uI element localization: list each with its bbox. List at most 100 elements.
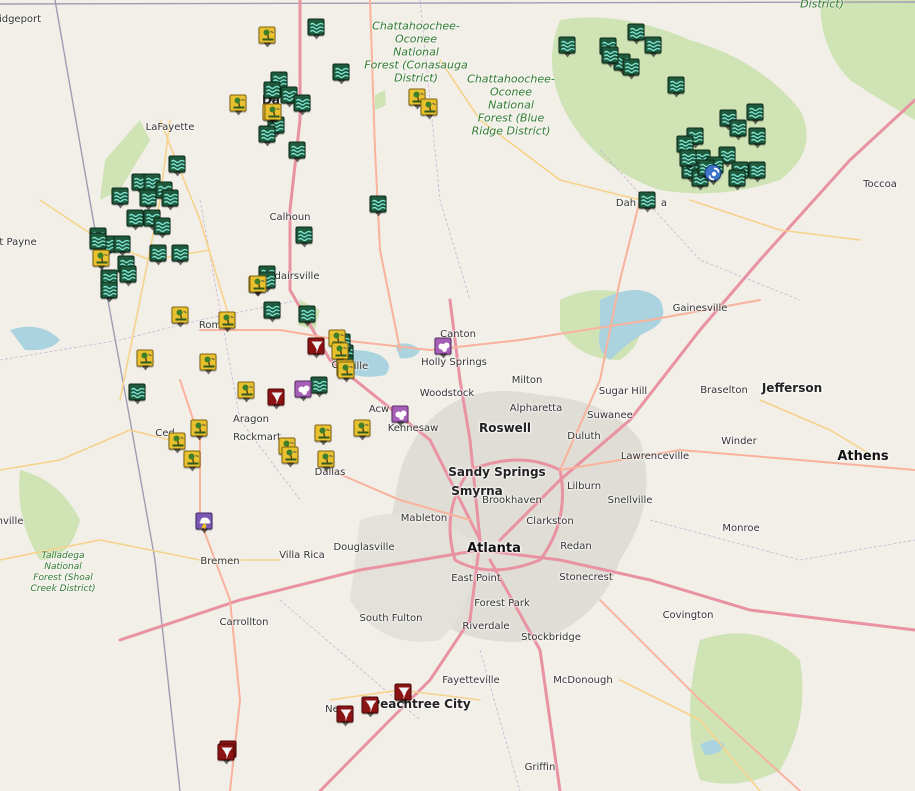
hail-event-marker[interactable] bbox=[391, 405, 409, 423]
flood-event-marker[interactable] bbox=[369, 195, 387, 213]
flood-event-marker[interactable] bbox=[126, 209, 144, 227]
flood-event-marker[interactable] bbox=[558, 36, 576, 54]
wind-event-marker[interactable] bbox=[249, 275, 267, 293]
flood-event-marker[interactable] bbox=[746, 103, 764, 121]
wind-event-marker[interactable] bbox=[337, 361, 355, 379]
place-label: Griffin bbox=[524, 762, 556, 773]
place-label: Acw bbox=[368, 404, 390, 415]
flood-event-marker[interactable] bbox=[111, 187, 129, 205]
wind-event-marker[interactable] bbox=[168, 432, 186, 450]
wind-event-marker[interactable] bbox=[136, 349, 154, 367]
place-label: t Payne bbox=[0, 237, 37, 248]
flood-event-marker[interactable] bbox=[728, 169, 746, 187]
flood-event-marker[interactable] bbox=[638, 191, 656, 209]
map-viewport[interactable]: idgeportLaFayettet PayneDaCalhoundairsvi… bbox=[0, 0, 915, 791]
place-label: Aragon bbox=[233, 414, 269, 425]
flood-event-marker[interactable] bbox=[295, 226, 313, 244]
flood-event-marker[interactable] bbox=[89, 232, 107, 250]
wind-event-marker[interactable] bbox=[190, 419, 208, 437]
place-label: idgeport bbox=[0, 14, 42, 25]
flood-event-marker[interactable] bbox=[601, 46, 619, 64]
flood-event-marker[interactable] bbox=[679, 149, 697, 167]
flood-event-marker[interactable] bbox=[263, 81, 281, 99]
place-label: Holly Springs bbox=[421, 357, 487, 368]
flood-event-marker[interactable] bbox=[100, 281, 118, 299]
tornado-event-marker[interactable] bbox=[267, 388, 285, 406]
flood-event-marker[interactable] bbox=[332, 63, 350, 81]
forest-label: Chattahoochee- Oconee National Forest (Cona… bbox=[364, 20, 467, 85]
place-label: Villa Rica bbox=[279, 550, 325, 561]
flood-event-marker[interactable] bbox=[149, 244, 167, 262]
flood-event-marker[interactable] bbox=[263, 301, 281, 319]
flood-event-marker[interactable] bbox=[153, 217, 171, 235]
place-label: Dah bbox=[615, 198, 637, 209]
forest-label-line: Forest (Shoal bbox=[33, 573, 93, 583]
flood-event-marker[interactable] bbox=[748, 161, 766, 179]
wind-event-marker[interactable] bbox=[314, 424, 332, 442]
flood-event-marker[interactable] bbox=[622, 58, 640, 76]
place-label: Covington bbox=[662, 610, 714, 621]
wind-event-marker[interactable] bbox=[281, 446, 299, 464]
wind-event-marker[interactable] bbox=[258, 26, 276, 44]
forest-label-line: Forest (Blue bbox=[477, 111, 545, 125]
forest-label-line: Ridge District) bbox=[471, 124, 551, 138]
wind-event-marker[interactable] bbox=[237, 381, 255, 399]
place-label: South Fulton bbox=[359, 613, 423, 624]
flood-event-marker[interactable] bbox=[168, 155, 186, 173]
tornado-event-marker[interactable] bbox=[336, 705, 354, 723]
flood-event-marker[interactable] bbox=[748, 127, 766, 145]
flood-event-marker[interactable] bbox=[119, 265, 137, 283]
flood-event-marker[interactable] bbox=[310, 376, 328, 394]
flood-event-marker[interactable] bbox=[627, 23, 645, 41]
flood-event-marker[interactable] bbox=[258, 125, 276, 143]
flood-event-marker[interactable] bbox=[729, 119, 747, 137]
wind-event-marker[interactable] bbox=[229, 94, 247, 112]
place-label: McDonough bbox=[553, 675, 613, 686]
wind-event-marker[interactable] bbox=[199, 353, 217, 371]
flood-event-marker[interactable] bbox=[161, 189, 179, 207]
flood-event-marker[interactable] bbox=[667, 76, 685, 94]
hail-event-marker[interactable] bbox=[294, 380, 312, 398]
hurricane-event-marker[interactable] bbox=[704, 164, 722, 182]
wind-event-marker[interactable] bbox=[183, 450, 201, 468]
flood-event-marker[interactable] bbox=[307, 18, 325, 36]
tornado-event-marker[interactable] bbox=[361, 696, 379, 714]
flood-event-marker[interactable] bbox=[139, 189, 157, 207]
tornado-event-marker[interactable] bbox=[217, 743, 235, 761]
place-label: Fayetteville bbox=[442, 675, 500, 686]
place-label: Winder bbox=[721, 436, 757, 447]
hail-event-marker[interactable] bbox=[434, 337, 452, 355]
wind-event-marker[interactable] bbox=[353, 419, 371, 437]
place-label: Lilburn bbox=[566, 481, 602, 492]
place-label: Athens bbox=[837, 449, 889, 464]
place-label: Riverdale bbox=[462, 621, 510, 632]
forest-label-line: Oconee bbox=[490, 85, 532, 99]
forest-label-line: National bbox=[393, 45, 439, 59]
flood-event-marker[interactable] bbox=[113, 235, 131, 253]
forest-label-line: Forest (Conasauga bbox=[364, 58, 468, 72]
place-label: Mableton bbox=[400, 513, 448, 524]
tornado-event-marker[interactable] bbox=[394, 683, 412, 701]
tstorm-event-marker[interactable] bbox=[195, 512, 213, 530]
flood-event-marker[interactable] bbox=[644, 36, 662, 54]
place-label: Dallas bbox=[314, 467, 346, 478]
wind-event-marker[interactable] bbox=[171, 306, 189, 324]
flood-event-marker[interactable] bbox=[288, 141, 306, 159]
forest-label-line: District) bbox=[800, 0, 844, 11]
wind-event-marker[interactable] bbox=[264, 103, 282, 121]
wind-event-marker[interactable] bbox=[317, 450, 335, 468]
flood-event-marker[interactable] bbox=[171, 244, 189, 262]
place-label: Bremen bbox=[200, 556, 240, 567]
flood-event-marker[interactable] bbox=[128, 383, 146, 401]
wind-event-marker[interactable] bbox=[218, 311, 236, 329]
flood-event-marker[interactable] bbox=[293, 94, 311, 112]
place-label: Monroe bbox=[722, 523, 760, 534]
wind-event-marker[interactable] bbox=[92, 249, 110, 267]
place-label: Roswell bbox=[478, 421, 532, 435]
tornado-event-marker[interactable] bbox=[307, 337, 325, 355]
wind-event-marker[interactable] bbox=[420, 98, 438, 116]
wind-event-marker[interactable] bbox=[331, 342, 349, 360]
place-label: dairsville bbox=[274, 271, 320, 282]
flood-event-marker[interactable] bbox=[298, 305, 316, 323]
forest-label: District) bbox=[800, 0, 844, 11]
